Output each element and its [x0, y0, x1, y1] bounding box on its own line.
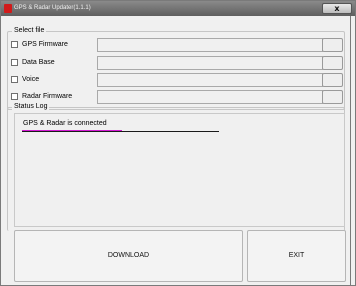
select-file-legend: Select file — [12, 26, 47, 36]
voice-checkbox[interactable] — [11, 76, 18, 83]
status-log-area[interactable]: GPS & Radar is connected — [14, 113, 345, 227]
data-base-path-field[interactable] — [97, 56, 323, 70]
gps-firmware-path-field[interactable] — [97, 38, 323, 52]
status-log-separator — [22, 131, 219, 132]
title-bar[interactable]: GPS & Radar Updater(1.1.1) x — [1, 1, 355, 16]
data-base-label: Data Base — [22, 59, 55, 66]
data-base-checkbox[interactable] — [11, 59, 18, 66]
app-icon — [4, 4, 12, 13]
window-title: GPS & Radar Updater(1.1.1) — [14, 5, 91, 11]
close-button[interactable]: x — [322, 3, 352, 14]
gps-firmware-browse-button[interactable] — [322, 38, 343, 52]
radar-firmware-path-field[interactable] — [97, 90, 323, 104]
voice-label: Voice — [22, 76, 40, 83]
status-log-line: GPS & Radar is connected — [23, 120, 107, 127]
gps-firmware-label: GPS Firmware — [22, 41, 68, 48]
radar-firmware-label: Radar Firmware — [22, 93, 73, 100]
window-right-edge — [350, 16, 351, 286]
radar-firmware-browse-button[interactable] — [322, 90, 343, 104]
download-button[interactable]: DOWNLOAD — [14, 230, 243, 282]
data-base-browse-button[interactable] — [322, 56, 343, 70]
status-log-legend: Status Log — [12, 102, 50, 112]
voice-path-field[interactable] — [97, 73, 323, 87]
updater-window: GPS & Radar Updater(1.1.1) x Select file… — [0, 0, 356, 286]
exit-button[interactable]: EXIT — [247, 230, 346, 282]
voice-browse-button[interactable] — [322, 73, 343, 87]
gps-firmware-checkbox[interactable] — [11, 41, 18, 48]
radar-firmware-checkbox[interactable] — [11, 93, 18, 100]
